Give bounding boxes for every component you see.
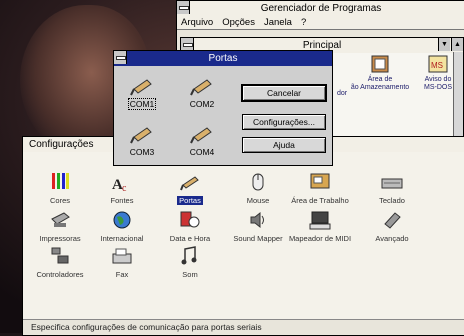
cp-fax[interactable]: Fax [85, 245, 159, 279]
cp-label: Fontes [110, 196, 134, 205]
port-label: COM3 [129, 147, 155, 157]
port-com3[interactable]: COM3 [122, 123, 162, 157]
cp-fontes[interactable]: Ac Fontes [85, 171, 159, 205]
pm-icon-clipboard[interactable]: Área de ão Amazenamento [349, 54, 411, 92]
settings-button[interactable]: Configurações... [242, 114, 326, 130]
configuracoes-window: Configurações Cores Ac Fontes Portas Mou… [22, 136, 464, 336]
cp-som[interactable]: Som [153, 245, 227, 279]
cp-label: Teclado [379, 196, 405, 205]
program-manager-menubar: Arquivo Opções Janela ? [177, 16, 464, 30]
cp-label: Data e Hora [169, 234, 211, 243]
pm-icon-msdos[interactable]: MS Aviso do MS-DOS [407, 54, 464, 92]
msdos-icon: MS [427, 54, 449, 74]
cp-area-trabalho[interactable]: Área de Trabalho [283, 171, 357, 205]
cp-label-selected: Portas [177, 196, 203, 205]
configuracoes-title: Configurações [29, 139, 94, 150]
svg-text:MS: MS [431, 61, 443, 70]
portas-dialog: Portas COM1 COM2 COM3 COM4 Cancelar Conf… [113, 50, 333, 166]
port-label-selected: COM1 [127, 98, 157, 110]
svg-text:c: c [122, 183, 127, 193]
cp-label: Área de Trabalho [291, 196, 349, 205]
printer-icon [49, 209, 71, 231]
clock-calendar-icon [179, 209, 201, 231]
pm-icon-label: Área de [367, 76, 393, 83]
pm-icon-label: Aviso do [424, 76, 452, 83]
speaker-icon [247, 209, 269, 231]
port-label: COM2 [189, 99, 215, 109]
help-button[interactable]: Ajuda [242, 137, 326, 153]
mouse-icon [247, 171, 269, 193]
serial-port-icon [129, 123, 155, 145]
fonts-icon: Ac [111, 171, 133, 194]
serial-port-icon [179, 171, 201, 193]
cancel-button[interactable]: Cancelar [241, 84, 327, 102]
sound-icon [179, 245, 201, 267]
desktop-icon [309, 171, 331, 193]
cp-label: Avançado [375, 234, 409, 243]
menu-help[interactable]: ? [301, 17, 306, 28]
keyboard-icon [381, 171, 403, 193]
port-com2[interactable]: COM2 [182, 75, 222, 109]
pm-icon-label-2: ão Amazenamento [350, 84, 410, 91]
cp-label: Som [182, 270, 198, 279]
port-com4[interactable]: COM4 [182, 123, 222, 157]
serial-port-icon [189, 123, 215, 145]
menu-arquivo[interactable]: Arquivo [181, 17, 213, 28]
cp-avancado[interactable]: Avançado [355, 209, 429, 243]
minimize-icon[interactable]: ▼ [438, 38, 450, 51]
chip-icon [381, 209, 403, 231]
portas-titlebar[interactable]: Portas [114, 51, 332, 66]
serial-port-icon [189, 75, 215, 97]
cp-label: Fax [115, 270, 129, 279]
menu-opcoes[interactable]: Opções [222, 17, 255, 28]
port-label: COM4 [189, 147, 215, 157]
color-pencils-icon [49, 171, 71, 193]
cp-label: Internacional [100, 234, 144, 243]
cp-teclado[interactable]: Teclado [355, 171, 429, 205]
globe-icon [111, 209, 133, 231]
cp-label: Mapeador de MIDI [288, 234, 352, 243]
clipboard-icon [369, 54, 391, 74]
cp-midi[interactable]: Mapeador de MIDI [283, 209, 357, 243]
cp-data-hora[interactable]: Data e Hora [153, 209, 227, 243]
menu-janela[interactable]: Janela [264, 17, 292, 28]
cp-internacional[interactable]: Internacional [85, 209, 159, 243]
program-manager-title: Gerenciador de Programas [260, 3, 382, 14]
pm-icon-label-2: MS-DOS [424, 84, 452, 91]
dialog-system-menu-icon[interactable] [114, 51, 127, 64]
fax-icon [111, 245, 133, 267]
serial-port-icon [129, 75, 155, 97]
cp-portas[interactable]: Portas [153, 171, 227, 205]
portas-title: Portas [208, 53, 238, 64]
maximize-icon[interactable]: ▲ [451, 38, 463, 51]
port-com1[interactable]: COM1 [122, 75, 162, 110]
midi-icon [309, 209, 331, 231]
drivers-icon [49, 245, 71, 267]
program-manager-titlebar[interactable]: Gerenciador de Programas [177, 1, 464, 16]
system-menu-icon[interactable] [177, 1, 190, 14]
